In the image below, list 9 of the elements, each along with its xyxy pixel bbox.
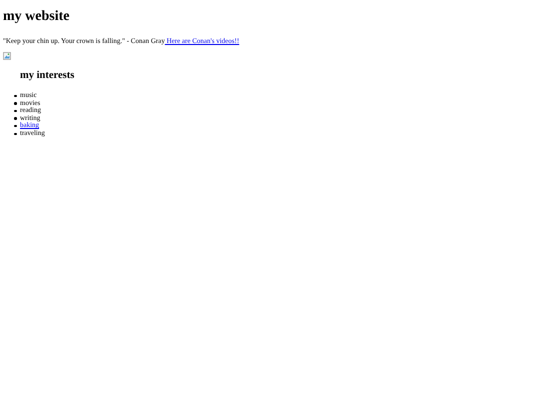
bullet-icon	[14, 124, 16, 128]
bullet-icon	[14, 132, 16, 136]
bullet-icon	[14, 110, 16, 112]
page-title: my website	[3, 8, 70, 25]
broken-image-icon	[3, 52, 11, 60]
section-heading: my interests	[20, 70, 76, 82]
bullet-icon	[14, 94, 16, 98]
bullet-icon	[14, 117, 16, 120]
bullet-icon	[14, 102, 16, 105]
